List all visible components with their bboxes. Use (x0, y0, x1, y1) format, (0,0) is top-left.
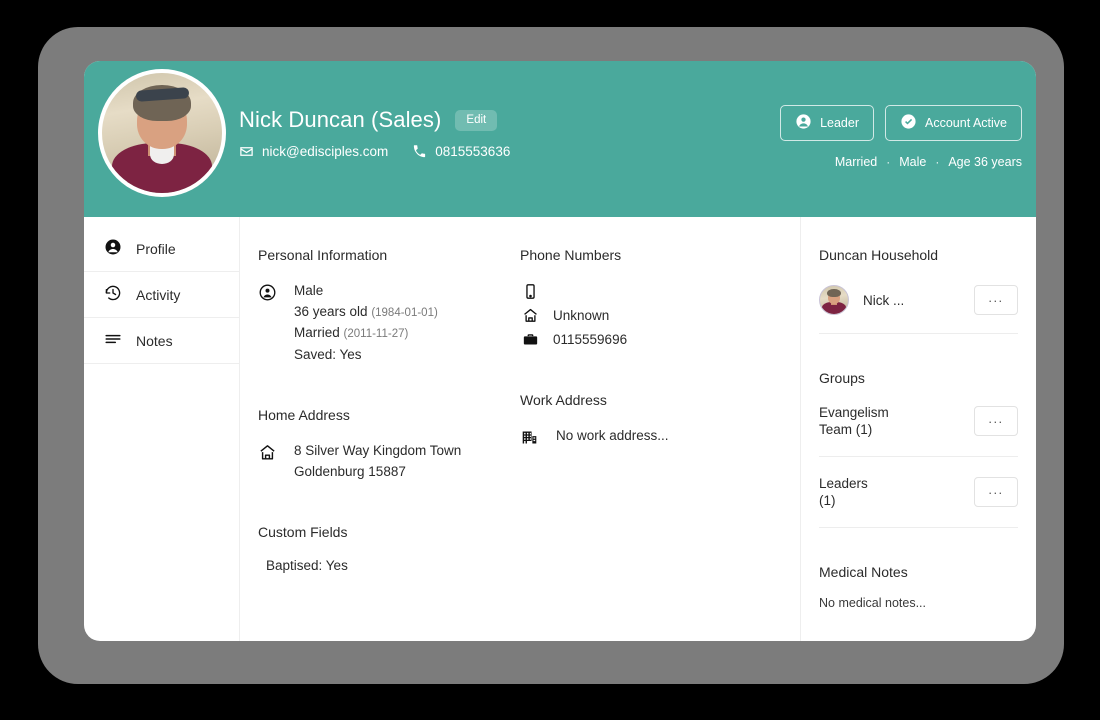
phone-row-home: Unknown (520, 305, 786, 326)
account-active-badge[interactable]: Account Active (885, 105, 1022, 141)
person-icon (795, 113, 812, 133)
marital-status-value: Married (294, 325, 340, 340)
sidebar-item-activity[interactable]: Activity (84, 272, 239, 318)
work-address-empty: No work address... (556, 428, 669, 443)
work-address-block: No work address... (520, 426, 786, 452)
group-menu-button[interactable]: ... (974, 477, 1018, 507)
household-member-info: Nick ... (819, 285, 904, 315)
group-name: Evangelism Team (1) (819, 404, 889, 438)
phone-item[interactable]: 0815553636 (412, 144, 510, 159)
saved-value: Saved: Yes (294, 346, 362, 362)
marital-status-text: Married (834, 155, 878, 169)
home-address-line2: Goldenburg 15887 (294, 463, 406, 479)
gender-text: Male (899, 155, 927, 169)
header-status: Leader Account Active Married · Male · A… (780, 105, 1022, 169)
check-circle-icon (900, 113, 917, 133)
work-address-title: Work Address (520, 392, 607, 408)
group-menu-button[interactable]: ... (974, 406, 1018, 436)
sidebar-item-notes[interactable]: Notes (84, 318, 239, 364)
sidebar-item-label: Activity (136, 286, 181, 303)
card-body: Profile Activity Notes Personal Informat… (84, 217, 1036, 641)
household-member-row[interactable]: Nick ... ... (819, 263, 1018, 334)
group-name-line2: (1) (819, 493, 836, 508)
groups-title: Groups (819, 370, 865, 386)
group-row[interactable]: Leaders (1) ... (819, 457, 1018, 528)
marriage-date-value: (2011-11-27) (343, 328, 409, 340)
personal-information-title: Personal Information (258, 247, 388, 263)
profile-header: Nick Duncan (Sales) Edit nick@edisciples… (84, 61, 1036, 217)
separator-dot: · (935, 155, 940, 169)
briefcase-icon (520, 331, 540, 348)
personal-information-values: Male 36 years old (1984-01-01) Married (… (294, 281, 438, 365)
age-line: 36 years old (1984-01-01) (294, 302, 438, 324)
avatar (98, 69, 226, 197)
phone-row-work: 0115559696 (520, 329, 786, 350)
phone-icon (412, 144, 427, 159)
badge-row: Leader Account Active (780, 105, 1022, 141)
home-address-value: 8 Silver Way Kingdom Town Goldenburg 158… (294, 441, 461, 482)
edit-button[interactable]: Edit (455, 109, 498, 131)
email-item[interactable]: nick@edisciples.com (239, 144, 388, 159)
main-content: Personal Information Male 36 years old (… (240, 217, 800, 641)
office-building-icon (520, 426, 542, 452)
marital-line: Married (2011-11-27) (294, 323, 438, 345)
phone-number-list: Unknown 0115559696 (520, 281, 786, 350)
group-info: Leaders (1) (819, 475, 868, 509)
leader-badge-label: Leader (820, 116, 859, 130)
home-icon (520, 307, 540, 324)
group-info: Evangelism Team (1) (819, 404, 889, 438)
history-icon (104, 284, 122, 305)
group-name-line1: Evangelism (819, 405, 889, 420)
column-personal: Personal Information Male 36 years old (… (258, 247, 520, 641)
phone-home-value: Unknown (553, 308, 610, 323)
phone-value: 0815553636 (435, 144, 511, 159)
medical-notes-empty: No medical notes... (819, 596, 926, 610)
gender-person-icon (258, 281, 280, 365)
birth-date-value: (1984-01-01) (371, 306, 438, 319)
group-row[interactable]: Evangelism Team (1) ... (819, 386, 1018, 457)
age-text: Age 36 years (948, 155, 1022, 169)
household-member-menu-button[interactable]: ... (974, 285, 1018, 315)
right-panel: Duncan Household Nick ... ... Groups Eva… (800, 217, 1036, 641)
home-address-block: 8 Silver Way Kingdom Town Goldenburg 158… (258, 441, 504, 482)
mobile-icon (520, 283, 540, 300)
household-title: Duncan Household (819, 247, 939, 263)
leader-badge[interactable]: Leader (780, 105, 874, 141)
sidebar: Profile Activity Notes (84, 217, 240, 641)
profile-card: Nick Duncan (Sales) Edit nick@edisciples… (84, 61, 1036, 641)
phone-row-mobile (520, 281, 786, 302)
gender-value: Male (294, 283, 324, 298)
group-name: Leaders (1) (819, 475, 868, 509)
phone-numbers-title: Phone Numbers (520, 247, 622, 263)
group-name-line2: Team (1) (819, 422, 873, 437)
email-value: nick@edisciples.com (262, 144, 389, 159)
age-value: 36 years old (294, 303, 368, 319)
sidebar-item-profile[interactable]: Profile (84, 226, 239, 272)
custom-fields-title: Custom Fields (258, 524, 348, 540)
group-name-line1: Leaders (819, 476, 868, 491)
person-icon (104, 238, 122, 259)
home-icon (258, 441, 280, 482)
custom-field-entry: Baptised: Yes (266, 558, 348, 573)
account-active-badge-label: Account Active (925, 116, 1007, 130)
lines-icon (104, 330, 122, 351)
home-address-line1: 8 Silver Way Kingdom Town (294, 443, 462, 458)
sidebar-item-label: Notes (136, 332, 173, 349)
household-member-name: Nick ... (863, 292, 905, 308)
avatar-photo (102, 73, 222, 193)
personal-information-block: Male 36 years old (1984-01-01) Married (… (258, 281, 504, 365)
envelope-icon (239, 144, 254, 159)
avatar (819, 285, 849, 315)
demographics-line: Married · Male · Age 36 years (835, 155, 1022, 169)
sidebar-item-label: Profile (136, 240, 176, 257)
home-address-title: Home Address (258, 407, 350, 423)
page-title: Nick Duncan (Sales) (239, 107, 442, 132)
column-contact: Phone Numbers Unknown 0115559696 Work Ad… (520, 247, 802, 641)
phone-work-value: 0115559696 (553, 332, 628, 347)
medical-notes-title: Medical Notes (819, 564, 908, 580)
separator-dot: · (886, 155, 891, 169)
